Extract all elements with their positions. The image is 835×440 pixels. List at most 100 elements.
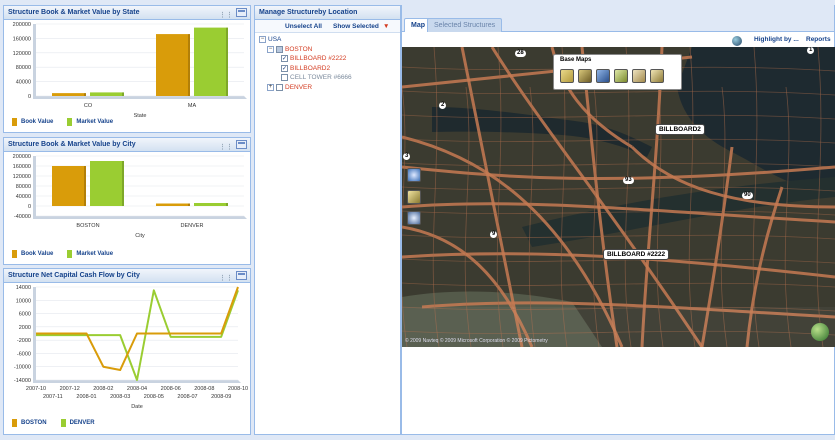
cashflow-chart-panel: Structure Net Capital Cash Flow by City … <box>3 268 251 435</box>
legend-item[interactable]: Book Value <box>12 118 53 126</box>
x-tick-label: 2007-10 <box>26 386 46 392</box>
map-route-marker: 28 <box>515 50 526 57</box>
map-view[interactable]: Base Maps BILLBOARD2 BILLBOARD #2222 28 … <box>402 47 835 347</box>
panel-header[interactable]: Structure Book & Market Value by City ⋮⋮ <box>4 138 250 152</box>
legend-label: Book Value <box>21 119 54 125</box>
x-tick-label: BOSTON <box>76 223 99 229</box>
legend-label: DENVER <box>69 420 95 426</box>
bar <box>156 34 190 96</box>
tree-checkbox[interactable] <box>276 83 283 91</box>
globe-icon[interactable] <box>732 36 742 46</box>
y-tick-label: 40000 <box>16 194 31 200</box>
basemap-birdseye-icon[interactable] <box>632 69 646 83</box>
x-tick-label: CO <box>84 103 93 109</box>
legend-item[interactable]: Book Value <box>12 250 53 258</box>
panel-title: Structure Net Capital Cash Flow by City <box>8 272 140 279</box>
bar-shade <box>84 93 86 96</box>
tree-checkbox[interactable] <box>281 74 288 82</box>
legend-item[interactable]: Market Value <box>67 250 113 258</box>
resize-grip-icon[interactable]: ⋮⋮ <box>219 141 233 151</box>
bar <box>52 166 86 206</box>
base-maps-popup: Base Maps <box>553 54 682 90</box>
tree-label: BOSTON <box>285 45 313 53</box>
bar-shade <box>188 203 190 206</box>
expand-icon[interactable]: + <box>267 83 274 91</box>
state-bar-chart: 200000 160000 120000 80000 40000 0 CO MA State <box>13 22 247 118</box>
x-tick-label: 2008-07 <box>177 394 197 400</box>
chart-legend: Book Value Market Value <box>12 250 113 258</box>
map-callout-billboard-2222[interactable]: BILLBOARD #2222 <box>603 249 670 260</box>
y-tick-label: 14000 <box>16 285 31 291</box>
y-tick-label: 200000 <box>13 22 31 28</box>
tab-selected-structures[interactable]: Selected Structures <box>427 18 503 32</box>
tree-node-billboard-2222[interactable]: ✓ BILLBOARD #2222 <box>259 54 396 64</box>
x-tick-label: DENVER <box>181 223 204 229</box>
maximize-icon[interactable] <box>236 8 247 17</box>
unselect-all-button[interactable]: Unselect All <box>285 20 322 33</box>
compass-icon[interactable] <box>407 168 421 182</box>
resize-grip-icon[interactable]: ⋮⋮ <box>219 272 233 282</box>
panel-header[interactable]: Structure Book & Market Value by State ⋮… <box>4 6 250 20</box>
resize-grip-icon[interactable]: ⋮⋮ <box>219 9 233 19</box>
map-panel: Map Selected Structures Highlight by ...… <box>401 5 835 435</box>
cashflow-line-chart: 14000 10000 6000 2000 -2000 -6000 -10000 -14000… <box>14 285 248 410</box>
y-tick-label: 0 <box>28 204 31 210</box>
layers-icon[interactable] <box>407 190 421 204</box>
y-axis-wall <box>33 156 36 219</box>
basemap-topo-icon[interactable] <box>650 69 664 83</box>
x-tick-label: 2008-01 <box>76 394 96 400</box>
tree-node-boston[interactable]: − BOSTON <box>259 45 396 55</box>
tree-node-denver[interactable]: + DENVER <box>259 83 396 93</box>
y-tick-label: -10000 <box>14 365 31 371</box>
panel-title: Structure Book & Market Value by City <box>8 141 136 148</box>
x-tick-label: 2007-12 <box>60 386 80 392</box>
show-selected-button[interactable]: Show Selected <box>333 20 379 33</box>
basemap-road-icon[interactable] <box>560 69 574 83</box>
x-tick-label: 2008-04 <box>127 386 147 392</box>
state-chart-panel: Structure Book & Market Value by State ⋮… <box>3 5 251 133</box>
tree-node-cell-tower[interactable]: CELL TOWER #6666 <box>259 73 396 83</box>
y-tick-label: 80000 <box>16 65 31 71</box>
reports-button[interactable]: Reports <box>806 36 831 43</box>
legend-label: BOSTON <box>21 420 47 426</box>
y-axis-wall <box>33 287 36 383</box>
x-tick-label: 2008-03 <box>110 394 130 400</box>
y-tick-label: 200000 <box>13 154 31 160</box>
y-tick-label: -14000 <box>14 378 31 384</box>
y-tick-label: -2000 <box>17 338 31 344</box>
city-bar-chart: 200000 160000 120000 80000 40000 0 -40000 BOSTO… <box>13 154 247 239</box>
tree-checkbox[interactable]: ✓ <box>281 55 288 63</box>
collapse-icon[interactable]: − <box>259 36 266 44</box>
app-root: Structure Book & Market Value by State ⋮… <box>0 0 835 440</box>
basemap-hybrid-icon[interactable] <box>596 69 610 83</box>
legend-item[interactable]: Market Value <box>67 118 113 126</box>
location-tree: − USA − BOSTON ✓ BILLBOARD #2222 ✓ BILLB… <box>255 33 400 94</box>
tree-node-billboard2[interactable]: ✓ BILLBOARD2 <box>259 64 396 74</box>
tree-label: CELL TOWER #6666 <box>290 74 352 81</box>
y-axis-wall <box>33 24 36 99</box>
panel-header: Manage Structureby Location <box>255 6 400 20</box>
y-tick-label: -40000 <box>14 214 31 220</box>
x-tick-label: MA <box>188 103 197 109</box>
tree-node-usa[interactable]: − USA <box>259 35 396 45</box>
legend-item[interactable]: DENVER <box>60 419 95 427</box>
panel-title: Manage Structureby Location <box>259 9 358 16</box>
basemap-terrain-icon[interactable] <box>614 69 628 83</box>
basemap-aerial-icon[interactable] <box>578 69 592 83</box>
maximize-icon[interactable] <box>236 140 247 149</box>
bar <box>90 92 124 96</box>
bar-shade <box>84 166 86 206</box>
highlight-by-button[interactable]: Highlight by ... <box>754 36 799 43</box>
collapse-icon[interactable]: − <box>267 45 274 53</box>
tree-checkbox[interactable] <box>276 45 283 53</box>
bar-shade <box>226 27 228 97</box>
tree-checkbox[interactable]: ✓ <box>281 64 288 72</box>
mini-globe-icon[interactable] <box>811 323 829 341</box>
filter-icon[interactable]: ▼ <box>383 20 389 33</box>
legend-item[interactable]: BOSTON <box>12 419 47 427</box>
zoom-icon[interactable] <box>407 211 421 225</box>
maximize-icon[interactable] <box>236 271 247 280</box>
map-callout-billboard2[interactable]: BILLBOARD2 <box>655 124 705 135</box>
panel-header[interactable]: Structure Net Capital Cash Flow by City … <box>4 269 250 283</box>
city-chart-panel: Structure Book & Market Value by City ⋮⋮… <box>3 137 251 265</box>
